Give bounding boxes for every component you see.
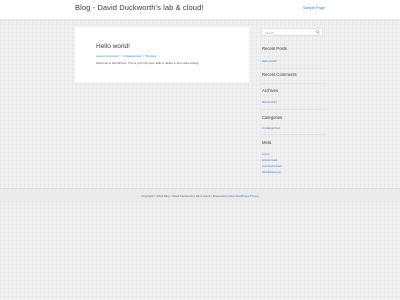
search-icon[interactable] [316, 30, 320, 35]
footer-text: Copyright © 2021 Blog - David Duckworth'… [0, 194, 400, 198]
category-link[interactable]: Uncategorized [262, 126, 280, 130]
categories-title: Categories [262, 115, 283, 120]
recent-comments-title: Recent Comments [262, 72, 297, 77]
widget-divider [260, 109, 326, 110]
meta-separator: / [120, 54, 122, 58]
search-placeholder: Search ... [265, 31, 277, 35]
site-header: Blog - David Duckworth's lab & cloud! Sa… [0, 0, 400, 20]
archives-title: Archives [262, 88, 279, 93]
meta-link-login[interactable]: Log in [262, 152, 270, 156]
recent-post-link[interactable]: Hello world! [262, 59, 277, 63]
post-excerpt: Welcome to WordPress. This is your first… [96, 61, 199, 65]
post-title[interactable]: Hello world! [96, 43, 130, 50]
recent-posts-title: Recent Posts [262, 46, 287, 51]
widget-divider [260, 83, 326, 84]
copyright-text: Copyright © 2021 Blog - David Duckworth'… [141, 194, 228, 198]
site-footer: Copyright © 2021 Blog - David Duckworth'… [0, 188, 400, 203]
theme-link[interactable]: Astra WordPress Theme [228, 194, 259, 198]
author-link[interactable]: By david [146, 54, 157, 58]
nav-link-sample-page[interactable]: Sample Page [303, 6, 325, 10]
widget-divider [260, 134, 326, 135]
meta-title: Meta [262, 140, 272, 145]
meta-link-entries-feed[interactable]: Entries feed [262, 158, 277, 162]
category-link[interactable]: Uncategorized [123, 54, 141, 58]
post-meta: Leave a Comment / Uncategorized / By dav… [96, 54, 157, 58]
search-input[interactable]: Search ... [261, 28, 323, 36]
meta-link-comments-feed[interactable]: Comments feed [262, 164, 282, 168]
post-card: Hello world! Leave a Comment / Uncategor… [75, 27, 249, 82]
site-title[interactable]: Blog - David Duckworth's lab & cloud! [75, 3, 204, 12]
comment-link[interactable]: Leave a Comment [96, 54, 119, 58]
widget-divider [260, 68, 326, 69]
archive-link[interactable]: March 2021 [262, 100, 277, 104]
meta-separator: / [143, 54, 144, 58]
meta-link-wordpress-org[interactable]: WordPress.org [262, 170, 281, 174]
